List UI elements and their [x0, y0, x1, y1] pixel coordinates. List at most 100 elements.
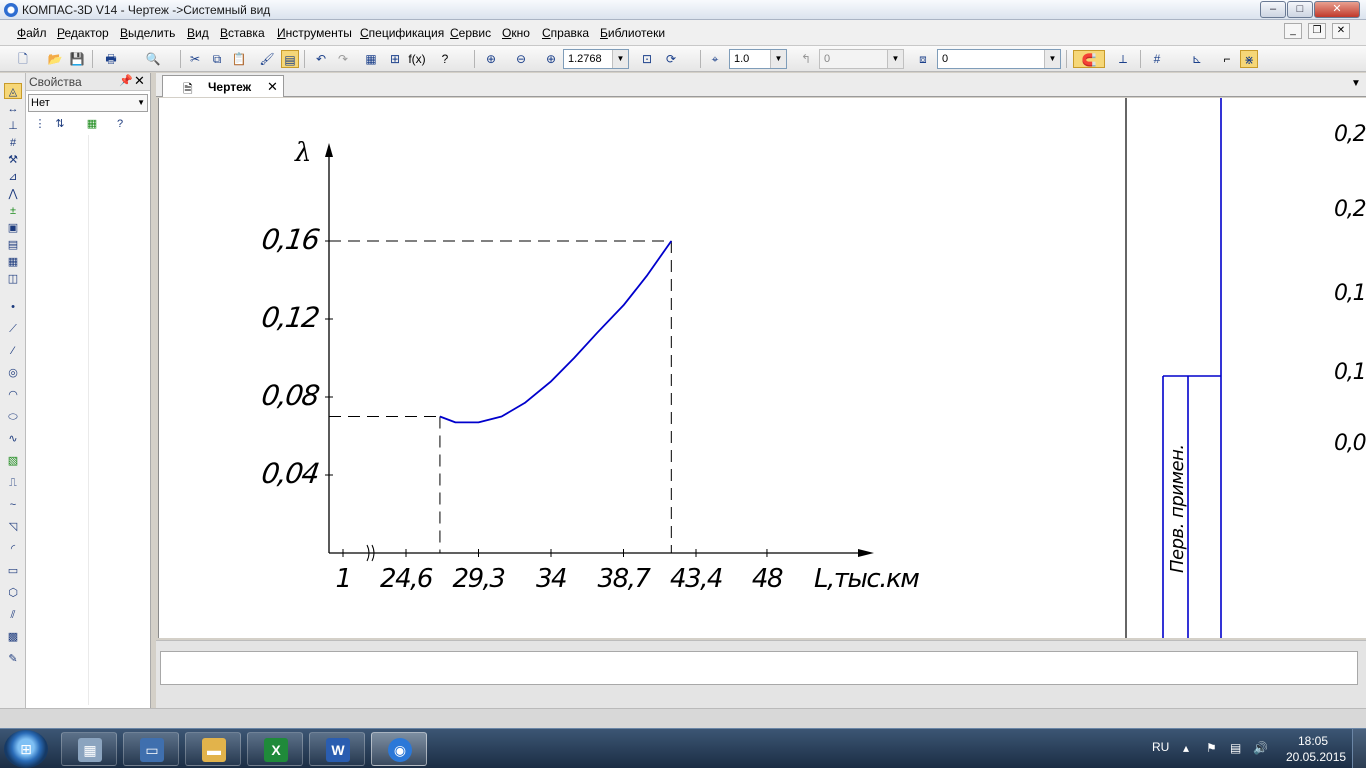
insert-tool-icon[interactable]: ▦	[4, 254, 22, 270]
maximize-button[interactable]: □	[1287, 1, 1313, 18]
menu-insert[interactable]: Вставка	[220, 26, 265, 40]
close-icon[interactable]: ✕	[134, 73, 145, 89]
format-brush-icon[interactable]: 🖌	[258, 50, 276, 68]
taskbar-remote-desktop[interactable]: ▭	[123, 732, 179, 766]
chamfer-icon[interactable]: ◹	[4, 519, 22, 535]
tray-expand-icon[interactable]: ▴	[1183, 741, 1189, 755]
taskbar-calculator[interactable]: ▦	[61, 732, 117, 766]
menu-editor[interactable]: Редактор	[57, 26, 109, 40]
grid-icon[interactable]: #	[1148, 50, 1166, 68]
taskbar-explorer[interactable]: ▬	[185, 732, 241, 766]
print-preview-icon[interactable]: 🔍	[144, 50, 162, 68]
categorize-icon[interactable]: ⋮	[32, 116, 48, 132]
zoom-scale-field[interactable]: 1.2768 ▼	[563, 49, 629, 69]
doc-restore-icon[interactable]: ❐	[1308, 23, 1326, 39]
equidistant-icon[interactable]: ⫽	[4, 607, 22, 623]
dimensions-tool-icon[interactable]: ↔	[4, 101, 22, 117]
doc-minimize-icon[interactable]: _	[1284, 23, 1302, 39]
save-icon[interactable]: 💾	[68, 50, 86, 68]
fillet-icon[interactable]: ◜	[4, 541, 22, 557]
tab-drawing[interactable]: 🗎 Чертеж ✕	[162, 75, 284, 97]
spec-tool-icon[interactable]: ▣	[4, 220, 22, 236]
undo-icon[interactable]: ↶	[312, 50, 330, 68]
cursor-step-field[interactable]: 1.0 ▼	[729, 49, 787, 69]
orthogonal-icon[interactable]: ⟂	[1114, 50, 1132, 68]
snap-magnet-icon[interactable]: 🧲	[1073, 50, 1105, 68]
local-cs-icon[interactable]: ⊾	[1188, 50, 1206, 68]
object-selector[interactable]: Нет ▼	[28, 94, 148, 112]
fill-icon[interactable]: ▩	[4, 629, 22, 645]
properties-toggle-icon[interactable]: ▤	[281, 50, 299, 68]
angle-icon[interactable]: ↰	[797, 50, 815, 68]
zoom-in-icon[interactable]: ⊕	[542, 50, 560, 68]
arc-icon[interactable]: ◠	[4, 387, 22, 403]
spline-icon[interactable]: ∿	[4, 431, 22, 447]
menu-tools[interactable]: Инструменты	[277, 26, 352, 40]
angle-field[interactable]: 0 ▼	[819, 49, 904, 69]
refresh-icon[interactable]: ⟳	[662, 50, 680, 68]
command-line[interactable]	[160, 651, 1358, 685]
volume-icon[interactable]: 🔊	[1253, 741, 1268, 755]
select-tool-icon[interactable]: ⋀	[4, 186, 22, 202]
kompas-app-icon[interactable]	[4, 3, 18, 17]
properties-icon[interactable]: ▦	[84, 116, 100, 132]
ellipse-icon[interactable]: ⬭	[4, 409, 22, 425]
function-fx-icon[interactable]: f(x)	[408, 50, 426, 68]
close-button[interactable]: ✕	[1314, 1, 1360, 18]
round-icon[interactable]: ⌐	[1218, 50, 1236, 68]
menu-select[interactable]: Выделить	[120, 26, 175, 40]
layer-icon[interactable]: ⧈	[914, 50, 932, 68]
fragments-tool-icon[interactable]: ◫	[4, 271, 22, 287]
geometry-tool-icon[interactable]: ◬	[4, 83, 22, 99]
start-button[interactable]: ⊞	[4, 730, 48, 768]
chevron-down-icon[interactable]: ▼	[770, 50, 786, 68]
doc-close-icon[interactable]: ✕	[1332, 23, 1350, 39]
pin-icon[interactable]: 📌	[119, 74, 133, 87]
menu-window[interactable]: Окно	[502, 26, 530, 40]
redo-icon[interactable]: ↷	[334, 50, 352, 68]
help-icon[interactable]: ?	[112, 116, 128, 132]
circle-icon[interactable]: ◎	[4, 365, 22, 381]
zoom-window-icon[interactable]: ⊕	[482, 50, 500, 68]
taskbar-excel[interactable]: X	[247, 732, 303, 766]
copy-icon[interactable]: ⧉	[208, 50, 226, 68]
point-icon[interactable]: •	[4, 299, 22, 315]
editing-tool-icon[interactable]: #	[4, 135, 22, 151]
clock-time[interactable]: 18:05	[1298, 734, 1328, 748]
show-desktop-button[interactable]	[1352, 729, 1366, 768]
input-language[interactable]: RU	[1152, 740, 1169, 754]
chevron-down-icon[interactable]: ▼	[137, 95, 145, 111]
auxiliary-line-icon[interactable]: ⟋	[4, 321, 22, 337]
taskbar-word[interactable]: W	[309, 732, 365, 766]
rectangle-icon[interactable]: ▭	[4, 563, 22, 579]
reports-tool-icon[interactable]: ▤	[4, 237, 22, 253]
associative-view-icon[interactable]: ±	[4, 203, 22, 219]
chevron-down-icon[interactable]: ▼	[612, 50, 628, 68]
close-tab-icon[interactable]: ✕	[267, 79, 278, 95]
sort-icon[interactable]: ⇅	[52, 116, 68, 132]
chevron-down-icon[interactable]: ▼	[887, 50, 903, 68]
menu-file[interactable]: Файл	[17, 26, 47, 40]
parametrization-tool-icon[interactable]: ⚒	[4, 152, 22, 168]
clock-date[interactable]: 20.05.2015	[1286, 750, 1346, 764]
pencil-icon[interactable]: ✎	[4, 651, 22, 667]
bezier-icon[interactable]: ~	[4, 497, 22, 513]
polyline-icon[interactable]: ⎍	[4, 475, 22, 491]
menu-specification[interactable]: Спецификация	[360, 26, 444, 40]
measure-tool-icon[interactable]: ⊿	[4, 169, 22, 185]
open-folder-icon[interactable]: 📂	[46, 50, 64, 68]
pan-icon[interactable]: ⊡	[638, 50, 656, 68]
notation-tool-icon[interactable]: ⊥	[4, 118, 22, 134]
taskbar-kompas[interactable]: ◉	[371, 732, 427, 766]
segment-icon[interactable]: ⁄	[4, 343, 22, 359]
menu-libraries[interactable]: Библиотеки	[600, 26, 665, 40]
menu-view[interactable]: Вид	[187, 26, 209, 40]
print-icon[interactable]: 🖶	[102, 50, 120, 68]
manager-icon[interactable]: ▦	[362, 50, 380, 68]
polygon-icon[interactable]: ⬡	[4, 585, 22, 601]
hatch-icon[interactable]: ▧	[4, 453, 22, 469]
layer-field[interactable]: 0 ▼	[937, 49, 1061, 69]
new-document-icon[interactable]: 🗋	[14, 50, 32, 68]
minimize-button[interactable]: –	[1260, 1, 1286, 18]
variables-icon[interactable]: ⊞	[386, 50, 404, 68]
